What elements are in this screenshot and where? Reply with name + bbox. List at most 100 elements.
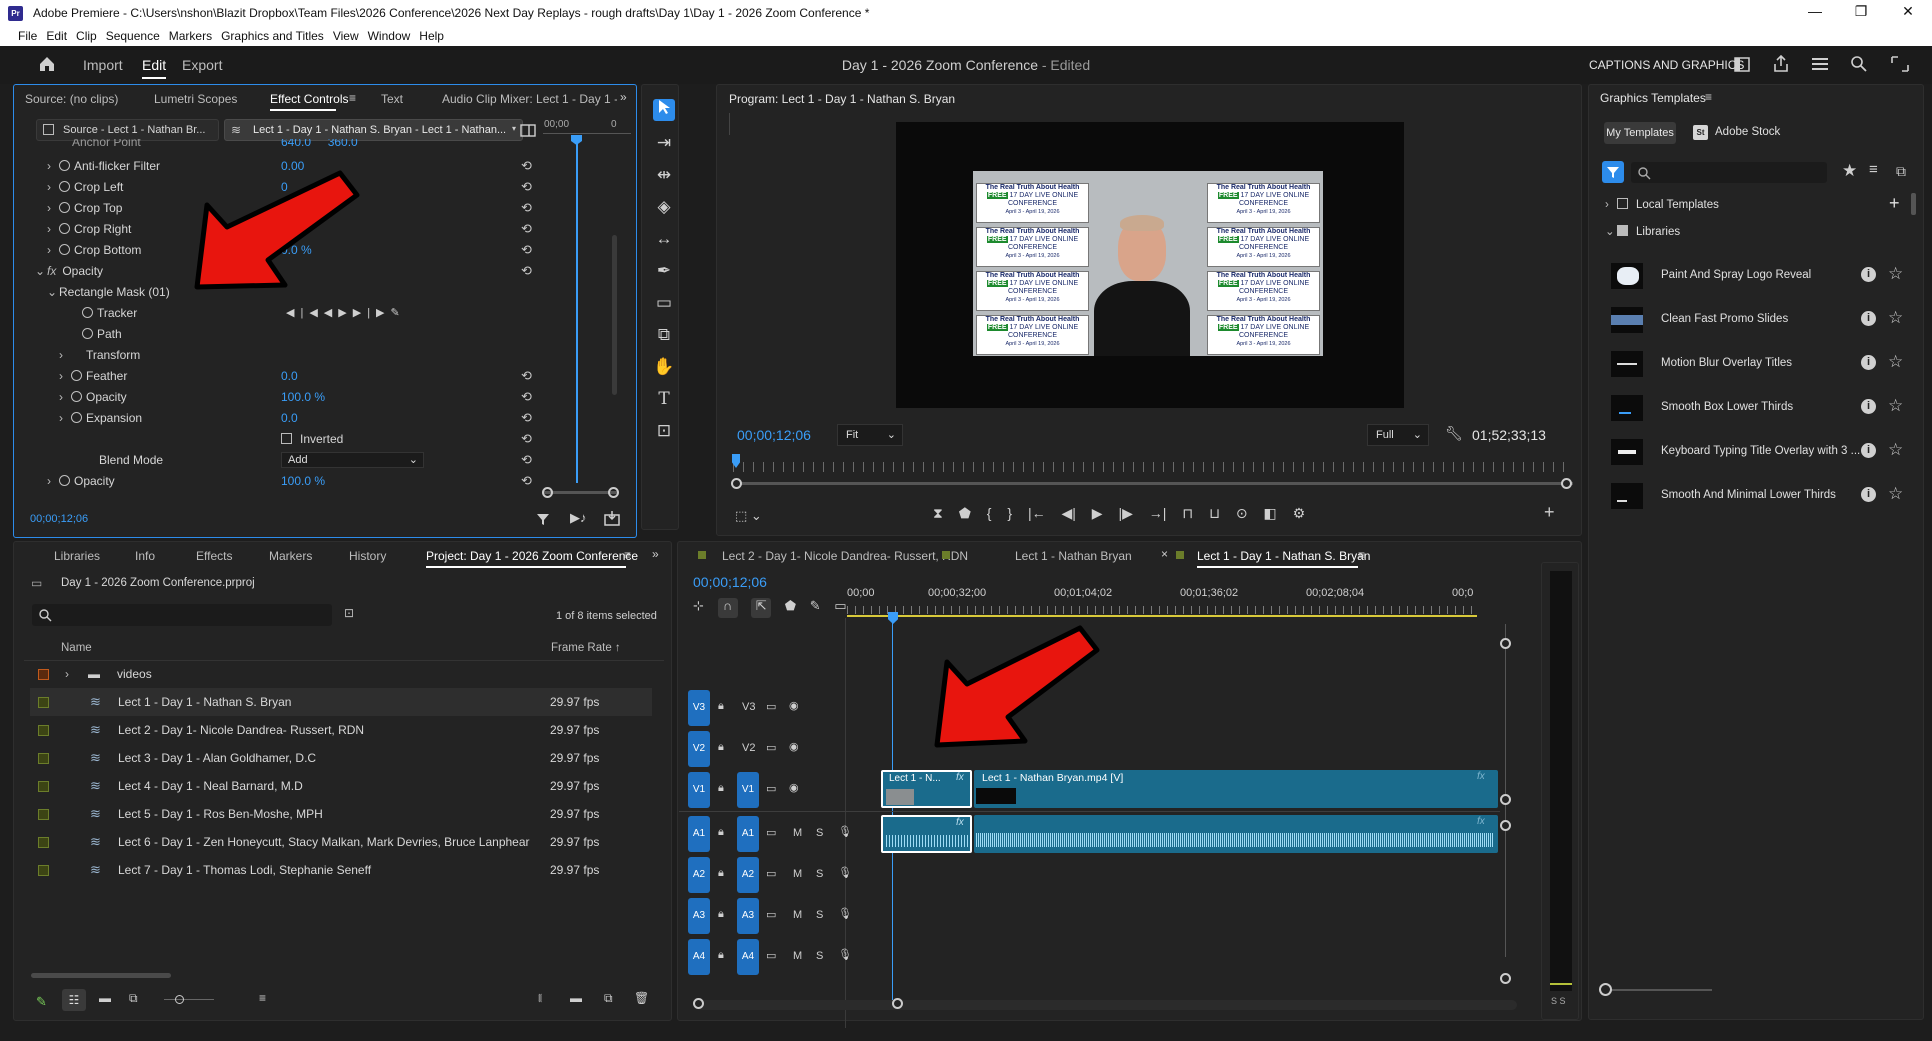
list-item[interactable]: ≋ Lect 2 - Day 1- Nicole Dandrea- Russert… [30,716,652,744]
hscroll-left-handle[interactable] [693,998,704,1009]
track-lock-icon[interactable]: 🔒︎ [718,700,724,713]
quick-actions-icon[interactable] [1811,56,1829,72]
menu-graphics-titles[interactable]: Graphics and Titles [217,27,329,43]
tree-local-templates[interactable]: › Local Templates [1605,198,1719,211]
timeline-timecode[interactable]: 00;00;12;06 [693,574,767,590]
tab-sequence-active[interactable]: Lect 1 - Day 1 - Nathan S. Bryan [1197,549,1370,568]
program-timecode[interactable]: 00;00;12;06 [737,427,811,443]
vscroll-top-handle[interactable] [1500,638,1511,649]
track-target-a4[interactable]: A4 [688,939,710,975]
minimize-button[interactable]: — [1800,3,1830,19]
column-framerate-header[interactable]: Frame Rate ↑ [551,642,621,654]
hscroll-right-handle[interactable] [892,998,903,1009]
button-editor-add-icon[interactable]: + [1544,502,1555,523]
microphone-icon[interactable]: 🎙︎ [838,907,852,920]
tab-effect-controls[interactable]: Effect Controls [270,92,348,111]
snap-icon[interactable]: ∩ [717,598,738,618]
tab-libraries[interactable]: Libraries [54,549,100,563]
solo-button[interactable]: S [816,950,823,962]
sync-lock-icon[interactable]: ▭ [766,826,776,839]
list-item[interactable]: ≋ Lect 6 - Day 1 - Zen Honeycutt, Stacy M… [30,828,652,856]
template-search-input[interactable] [1631,162,1827,183]
anchor-x-value[interactable]: 640.0 [281,139,311,149]
microphone-icon[interactable]: 🎙︎ [838,866,852,879]
write-on-icon[interactable]: ✎ [36,994,47,1010]
rectangle-mask-row[interactable]: ⌄ Rectangle Mask (01) [47,283,170,301]
menu-view[interactable]: View [329,27,364,43]
source-patch-a1[interactable]: A1 [737,816,759,852]
track-target-a1[interactable]: A1 [688,816,710,852]
tab-history[interactable]: History [349,549,386,563]
ec-zoom-right-handle[interactable] [608,487,619,498]
type-tool[interactable]: T [650,386,678,412]
clear-icon[interactable]: 🗑︎ [634,991,649,1005]
inverted-checkbox[interactable] [281,433,292,444]
play-audio-icon[interactable]: ▶♪ [570,510,587,526]
work-area-bar[interactable] [847,615,1477,617]
crop-right-row[interactable]: › Crop Right [47,220,131,238]
source-patch-a2[interactable]: A2 [737,857,759,893]
star-icon[interactable]: ☆ [1888,308,1903,328]
reset-icon[interactable]: ⟲ [521,264,537,277]
new-template-icon[interactable]: ⧉ [1896,163,1906,180]
go-to-out-icon[interactable]: →| [1149,505,1167,521]
template-item[interactable]: Smooth And Minimal Lower Thirds i ☆ [1605,477,1905,517]
audio-clip-selected[interactable]: fx [881,815,972,853]
reset-icon[interactable]: ⟲ [521,390,537,403]
opacity-row[interactable]: › Opacity [47,472,115,490]
feather-value[interactable]: 0.0 [281,367,298,385]
sync-lock-icon[interactable]: ▭ [766,867,776,880]
sync-lock-icon[interactable]: ▭ [766,949,776,962]
column-name-header[interactable]: Name [61,642,92,654]
mute-button[interactable]: M [793,950,802,962]
mute-button[interactable]: M [793,827,802,839]
track-target-v1[interactable]: V1 [688,772,710,808]
menu-help[interactable]: Help [415,27,449,43]
sync-lock-icon[interactable]: ▭ [766,782,776,795]
export-frame-icon[interactable] [604,510,620,526]
maximize-button[interactable]: ❐ [1846,3,1876,20]
template-item[interactable]: Clean Fast Promo Slides i ☆ [1605,301,1905,341]
chip-dropdown-icon[interactable]: ▾ [512,124,516,133]
generative-extend-tool[interactable]: ⧉ [650,322,678,348]
tab-sequence-lect1[interactable]: Lect 1 - Nathan Bryan [1015,549,1132,563]
sync-lock-icon[interactable]: ▭ [766,700,776,713]
template-item[interactable]: Keyboard Typing Title Overlay with 3 ...… [1605,433,1905,473]
eye-icon[interactable]: ◉ [789,740,799,753]
templates-scrollbar[interactable] [1911,193,1916,215]
track-target-v2[interactable]: V2 [688,731,710,767]
inverted-row[interactable]: Inverted [281,430,343,448]
eye-icon[interactable]: ◉ [789,781,799,794]
ec-zoom-left-handle[interactable] [542,487,553,498]
solo-button[interactable]: S [816,909,823,921]
info-icon[interactable]: i [1861,355,1876,370]
ripple-edit-tool[interactable]: ⇹ [650,162,678,188]
linked-selection-icon[interactable]: ⇱ [751,598,772,618]
track-lock-icon[interactable]: 🔒︎ [718,741,724,754]
reset-icon[interactable]: ⟲ [521,369,537,382]
audio-clip[interactable]: fx [974,815,1498,853]
list-item[interactable]: ≋ Lect 1 - Day 1 - Nathan S. Bryan 29.97 f… [30,688,652,716]
template-size-slider[interactable] [1602,989,1712,991]
crop-left-row[interactable]: › Crop Left [47,178,123,196]
zoom-select[interactable]: Fit ⌄ [837,424,903,446]
menu-sequence[interactable]: Sequence [102,27,165,43]
track-forward-icon[interactable]: ▶ [353,307,367,319]
fullscreen-icon[interactable] [1890,55,1910,73]
selection-tool[interactable] [650,97,678,123]
resolution-select[interactable]: Full ⌄ [1367,424,1429,446]
icon-view-icon[interactable]: ▬ [99,991,111,1005]
sort-icons-icon[interactable]: ≡ [259,991,266,1005]
panel-menu-icon[interactable]: ≡ [624,548,631,562]
automate-to-sequence-icon[interactable]: ⧛ [538,991,542,1006]
find-bin-icon[interactable]: ⊡ [344,606,354,620]
anti-flicker-row[interactable]: › Anti-flicker Filter [47,157,160,175]
folder-row-videos[interactable]: › ▬ videos [30,660,652,688]
marker-extract-icon[interactable]: ⧗ [933,505,943,521]
slip-tool[interactable]: ↔ [650,226,678,252]
info-icon[interactable]: i [1861,311,1876,326]
info-icon[interactable]: i [1861,399,1876,414]
expansion-value[interactable]: 0.0 [281,409,298,427]
track-lock-icon[interactable]: 🔒︎ [718,782,724,795]
project-search-input[interactable] [32,604,332,626]
